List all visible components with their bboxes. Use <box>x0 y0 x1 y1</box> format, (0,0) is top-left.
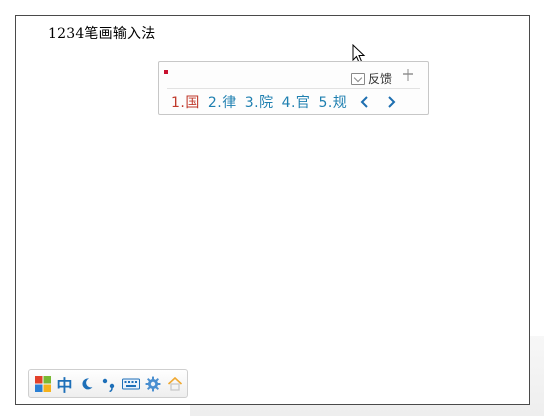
pin-icon[interactable] <box>401 69 415 83</box>
composition-marker <box>164 70 168 74</box>
screen: 1234笔画输入法 反馈 1.国 2.律 3.院 4.官 5.规 中 <box>0 0 544 416</box>
windows-logo-icon[interactable] <box>33 374 52 393</box>
candidate-item[interactable]: 1.国 <box>171 92 200 112</box>
feedback-button[interactable]: 反馈 <box>350 70 392 87</box>
ime-candidate-window[interactable]: 反馈 1.国 2.律 3.院 4.官 5.规 <box>158 61 429 115</box>
moon-icon[interactable] <box>77 374 96 393</box>
feedback-icon <box>350 72 365 85</box>
chinese-mode-toggle[interactable]: 中 <box>55 374 74 395</box>
feedback-label: 反馈 <box>367 72 392 86</box>
ime-status-toolbar[interactable]: 中 <box>28 369 188 398</box>
candidate-list: 1.国 2.律 3.院 4.官 5.规 <box>171 92 399 112</box>
candidate-item[interactable]: 4.官 <box>282 92 311 112</box>
punctuation-icon[interactable] <box>99 374 118 393</box>
home-icon[interactable] <box>165 374 184 393</box>
ime-divider <box>167 88 420 89</box>
candidate-item[interactable]: 5.规 <box>318 92 347 112</box>
candidate-item[interactable]: 3.院 <box>245 92 274 112</box>
candidate-item[interactable]: 2.律 <box>208 92 237 112</box>
keyboard-icon[interactable] <box>121 374 140 393</box>
next-page-icon[interactable] <box>383 94 399 110</box>
settings-gear-icon[interactable] <box>143 374 162 393</box>
prev-page-icon[interactable] <box>357 94 373 110</box>
document-text: 1234笔画输入法 <box>48 26 156 42</box>
